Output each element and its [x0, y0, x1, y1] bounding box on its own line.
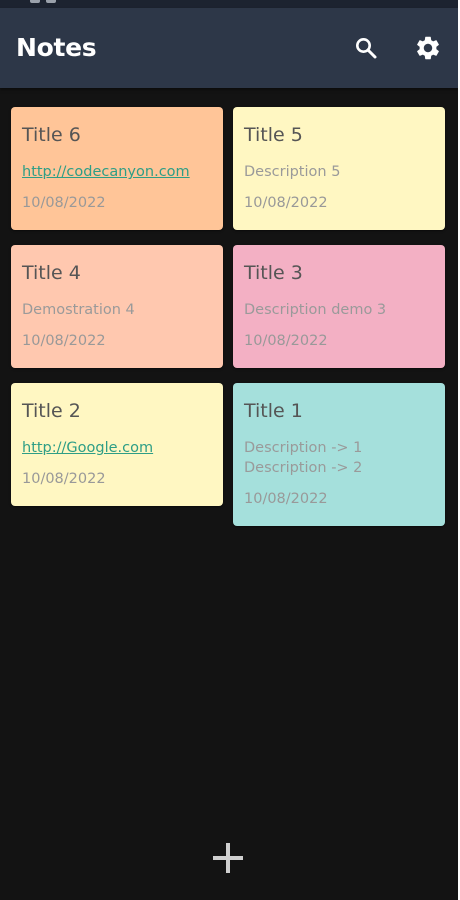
note-card[interactable]: Title 3 Description demo 3 10/08/2022	[233, 245, 445, 368]
note-title: Title 6	[22, 124, 81, 146]
note-title: Title 3	[244, 262, 303, 284]
status-bar	[0, 0, 458, 8]
note-date: 10/08/2022	[244, 333, 328, 349]
gear-icon	[417, 36, 439, 60]
app-bar: Notes	[0, 8, 458, 88]
note-link[interactable]: http://codecanyon.com	[22, 162, 212, 182]
status-icon	[46, 0, 56, 3]
note-link[interactable]: http://Google.com	[22, 438, 212, 458]
note-card[interactable]: Title 4 Demostration 4 10/08/2022	[11, 245, 223, 368]
note-title: Title 1	[244, 400, 303, 422]
note-title: Title 5	[244, 124, 303, 146]
settings-button[interactable]	[412, 32, 444, 64]
note-card[interactable]: Title 2 http://Google.com 10/08/2022	[11, 383, 223, 506]
notes-screen: Notes Title 6 http://codecanyon.com 10/0…	[0, 0, 458, 900]
add-note-button[interactable]	[210, 840, 246, 876]
note-title: Title 4	[22, 262, 81, 284]
note-description: Description 5	[244, 164, 341, 180]
note-title: Title 2	[22, 400, 81, 422]
search-button[interactable]	[350, 32, 382, 64]
note-description: Description -> 1 Description -> 2	[244, 438, 434, 478]
note-date: 10/08/2022	[22, 195, 106, 211]
search-icon	[356, 38, 377, 59]
note-date: 10/08/2022	[22, 471, 106, 487]
note-description-line: Description -> 1	[244, 440, 363, 456]
status-icon	[30, 0, 40, 3]
app-title: Notes	[16, 33, 97, 62]
note-card[interactable]: Title 5 Description 5 10/08/2022	[233, 107, 445, 230]
note-date: 10/08/2022	[22, 333, 106, 349]
note-description-line: Description -> 2	[244, 460, 363, 476]
note-card[interactable]: Title 6 http://codecanyon.com 10/08/2022	[11, 107, 223, 230]
note-date: 10/08/2022	[244, 195, 328, 211]
note-card[interactable]: Title 1 Description -> 1 Description -> …	[233, 383, 445, 526]
note-description: Description demo 3	[244, 302, 387, 318]
note-date: 10/08/2022	[244, 491, 328, 507]
note-description: Demostration 4	[22, 302, 135, 318]
